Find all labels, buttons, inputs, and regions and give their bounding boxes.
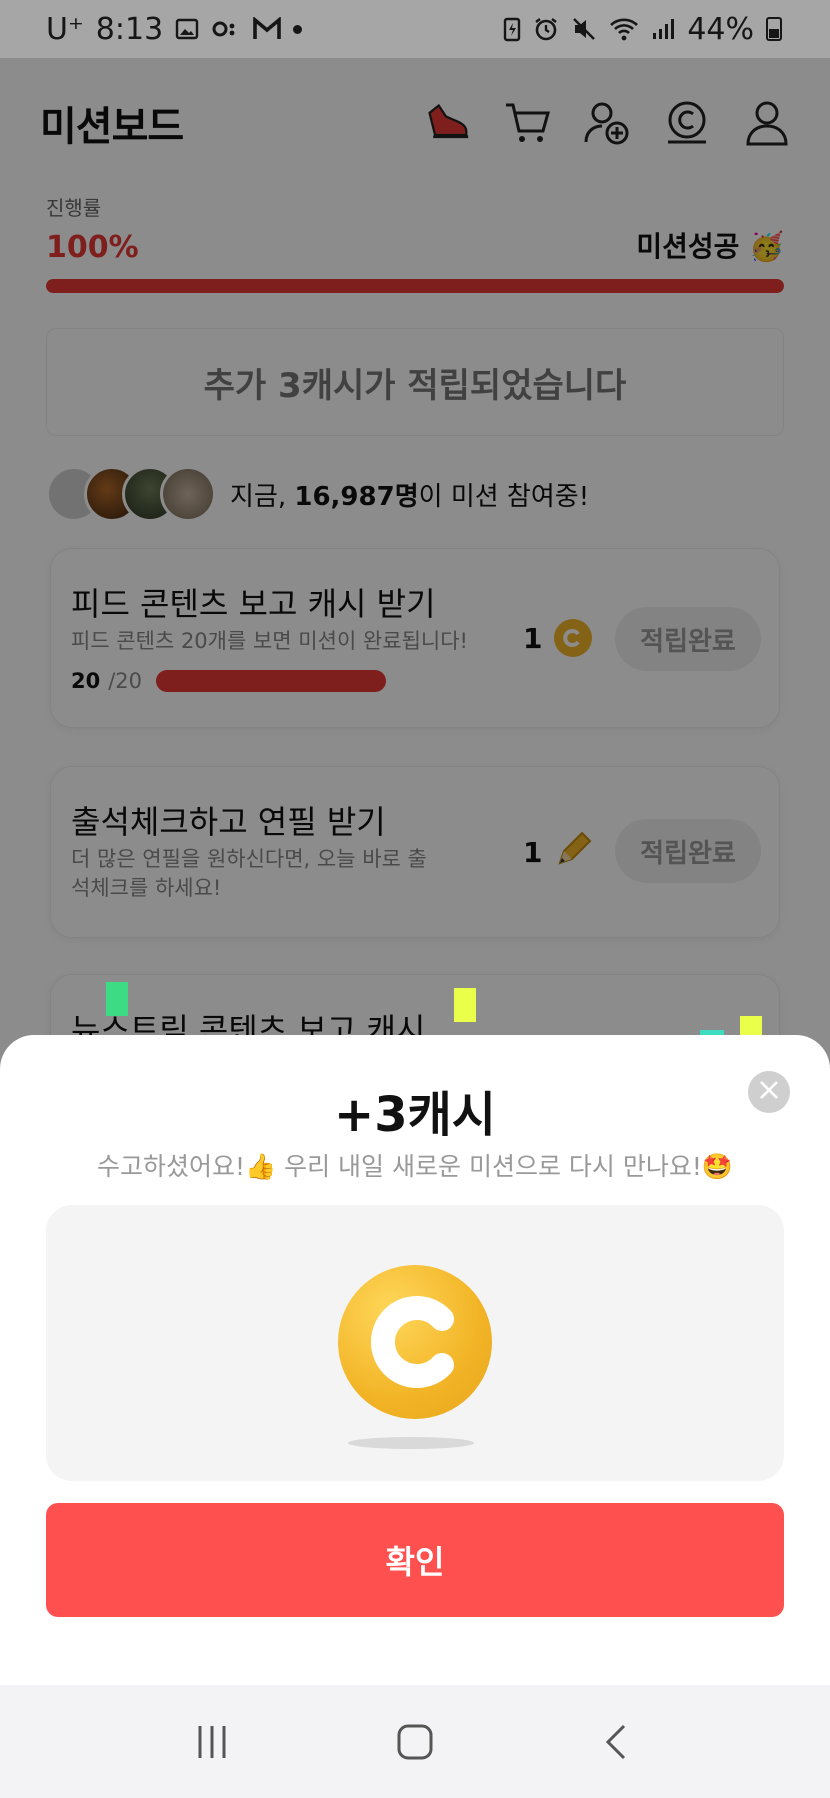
sheet-subtitle: 수고하셨어요!👍 우리 내일 새로운 미션으로 다시 만나요!🤩 (97, 1152, 733, 1181)
sheet-title: +3캐시 (334, 1087, 496, 1143)
recent-apps-icon[interactable] (177, 1707, 247, 1777)
home-icon[interactable] (380, 1707, 450, 1777)
confetti (106, 982, 128, 1016)
back-icon[interactable] (583, 1707, 653, 1777)
confirm-button[interactable]: 확인 (46, 1503, 784, 1617)
reward-bottom-sheet: +3캐시 수고하셨어요!👍 우리 내일 새로운 미션으로 다시 만나요!🤩 확인 (0, 1035, 830, 1685)
status-bar-dim (0, 0, 830, 58)
coin-shadow (348, 1437, 474, 1449)
confetti (454, 988, 476, 1022)
coin-icon (338, 1265, 492, 1419)
reward-illustration (46, 1205, 784, 1481)
system-nav-bar (0, 1685, 830, 1798)
